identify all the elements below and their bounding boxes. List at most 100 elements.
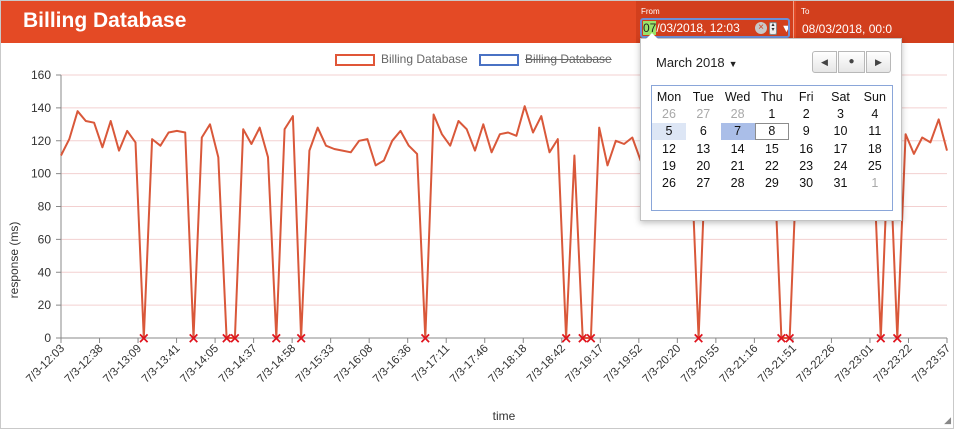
weekday-header-row: Mon Tue Wed Thu Fri Sat Sun bbox=[652, 89, 892, 106]
x-tick-label: 7/3-18:42 bbox=[525, 343, 568, 386]
calendar-day[interactable]: 26 bbox=[652, 175, 686, 192]
calendar-day[interactable]: 21 bbox=[721, 158, 755, 175]
weekday-label: Fri bbox=[798, 90, 814, 104]
calendar-week-row: 26 27 28 29 30 31 1 bbox=[652, 175, 892, 192]
calendar-week-row: 5 6 7 8 9 10 11 bbox=[652, 123, 892, 141]
x-tick-label: 7/3-13:41 bbox=[140, 343, 183, 386]
y-tick-label: 160 bbox=[31, 68, 51, 82]
calendar-day[interactable]: 2 bbox=[789, 106, 823, 123]
calendar-day[interactable]: 11 bbox=[858, 123, 892, 140]
x-tick-label: 7/3-13:09 bbox=[101, 343, 144, 386]
calendar-day[interactable]: 1 bbox=[858, 175, 892, 192]
calendar-day[interactable]: 15 bbox=[755, 141, 789, 158]
weekday-label: Mon bbox=[656, 90, 682, 104]
resize-handle-icon[interactable]: ◢ bbox=[944, 415, 951, 426]
calendar-day[interactable]: 13 bbox=[686, 141, 720, 158]
failure-marker: × bbox=[783, 329, 796, 347]
x-tick-label: 7/3-18:18 bbox=[487, 343, 530, 386]
calendar-day[interactable]: 27 bbox=[686, 106, 720, 123]
to-date-section: To 08/03/2018, 00:0 bbox=[796, 1, 954, 43]
calendar-day[interactable]: 3 bbox=[824, 106, 858, 123]
calendar-day[interactable]: 4 bbox=[858, 106, 892, 123]
y-tick-label: 120 bbox=[31, 134, 51, 148]
calendar-week-row: 19 20 21 22 23 24 25 bbox=[652, 158, 892, 175]
prev-month-button[interactable]: ◀ bbox=[812, 51, 837, 73]
x-tick-label: 7/3-16:36 bbox=[371, 343, 414, 386]
calendar-grid: Mon Tue Wed Thu Fri Sat Sun 26 27 28 1 2 3 4 5 6 7 8 9 10 11… bbox=[651, 85, 893, 211]
y-axis-label: response (ms) bbox=[7, 222, 21, 299]
calendar-day[interactable]: 18 bbox=[858, 141, 892, 158]
failure-marker: × bbox=[295, 329, 308, 347]
dropdown-arrow-icon[interactable]: ▼ bbox=[781, 21, 788, 36]
y-tick-label: 80 bbox=[38, 200, 52, 214]
calendar-day[interactable]: 23 bbox=[789, 158, 823, 175]
x-tick-label: 7/3-14:37 bbox=[217, 343, 260, 386]
caret-down-icon: ▼ bbox=[728, 59, 738, 69]
failure-marker: × bbox=[585, 329, 598, 347]
x-axis-label: time bbox=[493, 409, 516, 423]
calendar-day[interactable]: 29 bbox=[755, 175, 789, 192]
failure-marker: × bbox=[419, 329, 432, 347]
panel-title: Billing Database bbox=[23, 9, 187, 32]
x-tick-label: 7/3-20:20 bbox=[641, 343, 684, 386]
x-tick-label: 7/3-17:11 bbox=[410, 343, 452, 385]
failure-marker: × bbox=[138, 329, 151, 347]
x-tick-label: 7/3-21:51 bbox=[756, 343, 799, 386]
dashboard-panel: Billing Database From 07/03/2018, 12:03 … bbox=[0, 0, 954, 429]
calendar-day[interactable]: 28 bbox=[721, 106, 755, 123]
x-axis-ticks: 7/3-12:037/3-12:387/3-13:097/3-13:41 7/3-… bbox=[24, 338, 953, 385]
y-axis-ticks: 0 20 40 60 80 100 120 140 160 bbox=[31, 68, 61, 345]
x-tick-label: 7/3-19:52 bbox=[602, 343, 645, 386]
calendar-day[interactable]: 27 bbox=[686, 175, 720, 192]
weekday-label: Sat bbox=[831, 90, 850, 104]
month-label: March 2018 bbox=[656, 55, 725, 70]
calendar-day[interactable]: 8 bbox=[754, 123, 789, 141]
weekday-label: Thu bbox=[761, 90, 783, 104]
calendar-day[interactable]: 25 bbox=[858, 158, 892, 175]
month-navigation: ◀ ● ▶ bbox=[812, 51, 891, 73]
to-label: To bbox=[801, 7, 810, 16]
calendar-day[interactable]: 5 bbox=[652, 123, 686, 141]
month-selector[interactable]: March 2018 ▼ bbox=[656, 55, 738, 70]
calendar-day[interactable]: 30 bbox=[789, 175, 823, 192]
picker-pointer bbox=[646, 33, 658, 39]
calendar-day[interactable]: 1 bbox=[755, 106, 789, 123]
to-date-input[interactable]: 08/03/2018, 00:0 bbox=[802, 22, 892, 36]
y-tick-label: 0 bbox=[44, 331, 51, 345]
x-tick-label: 7/3-12:38 bbox=[63, 343, 106, 386]
failure-marker: × bbox=[560, 329, 573, 347]
calendar-day[interactable]: 26 bbox=[652, 106, 686, 123]
calendar-day[interactable]: 24 bbox=[824, 158, 858, 175]
calendar-day[interactable]: 10 bbox=[824, 123, 858, 140]
calendar-day[interactable]: 7 bbox=[720, 123, 755, 141]
calendar-day[interactable]: 16 bbox=[789, 141, 823, 158]
from-date-section: From 07/03/2018, 12:03 × ▴▾ ▼ bbox=[636, 1, 794, 43]
x-tick-label: 7/3-23:22 bbox=[872, 343, 915, 386]
spinner-icon[interactable]: ▴ ▾ bbox=[769, 22, 777, 35]
y-tick-label: 100 bbox=[31, 167, 51, 181]
calendar-day[interactable]: 22 bbox=[755, 158, 789, 175]
failure-marker: × bbox=[891, 329, 904, 347]
x-tick-label: 7/3-16:08 bbox=[332, 343, 375, 386]
calendar-day[interactable]: 31 bbox=[824, 175, 858, 192]
calendar-week-row: 26 27 28 1 2 3 4 bbox=[652, 106, 892, 123]
calendar-day[interactable]: 9 bbox=[789, 123, 823, 140]
calendar-day[interactable]: 6 bbox=[686, 123, 720, 140]
calendar-day[interactable]: 19 bbox=[652, 158, 686, 175]
weekday-label: Wed bbox=[724, 90, 751, 104]
today-button[interactable]: ● bbox=[838, 51, 865, 73]
calendar-day[interactable]: 14 bbox=[721, 141, 755, 158]
calendar-day[interactable]: 17 bbox=[824, 141, 858, 158]
from-date-input[interactable]: 07/03/2018, 12:03 × ▴▾ ▼ bbox=[640, 18, 790, 38]
x-tick-label: 7/3-19:17 bbox=[564, 343, 607, 386]
next-month-button[interactable]: ▶ bbox=[866, 51, 891, 73]
failure-marker: × bbox=[270, 329, 283, 347]
y-tick-label: 20 bbox=[38, 298, 52, 312]
x-tick-label: 7/3-12:03 bbox=[24, 343, 67, 386]
x-tick-label: 7/3-21:16 bbox=[718, 343, 761, 386]
y-tick-label: 40 bbox=[38, 265, 52, 279]
clear-icon[interactable]: × bbox=[755, 22, 767, 34]
calendar-day[interactable]: 12 bbox=[652, 141, 686, 158]
calendar-day[interactable]: 28 bbox=[721, 175, 755, 192]
calendar-day[interactable]: 20 bbox=[686, 158, 720, 175]
